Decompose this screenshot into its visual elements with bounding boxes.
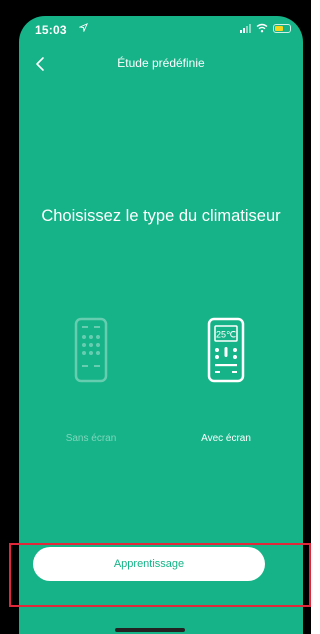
- phone-frame: 15:03 Étude prédéfinie Choisissez le typ…: [0, 0, 311, 634]
- signal-icon: [240, 23, 251, 33]
- remote-no-screen-icon: [74, 317, 108, 383]
- status-time: 15:03: [35, 23, 67, 37]
- wifi-icon: [256, 23, 268, 33]
- location-arrow-icon: [78, 23, 88, 34]
- status-bar: 15:03: [19, 16, 303, 38]
- highlight-box: [9, 543, 311, 607]
- option-sans-ecran[interactable]: Sans écran: [51, 317, 131, 444]
- status-icons: [240, 23, 291, 33]
- option-label: Sans écran: [65, 433, 117, 444]
- option-avec-ecran[interactable]: 25℃ Avec écran: [186, 317, 266, 444]
- home-indicator: [115, 628, 185, 632]
- page-title: Étude prédéfinie: [117, 56, 205, 70]
- nav-bar: Étude prédéfinie: [19, 54, 303, 76]
- remote-with-screen-icon: 25℃: [207, 317, 245, 383]
- app-screen: 15:03 Étude prédéfinie Choisissez le typ…: [19, 16, 303, 634]
- section-heading: Choisissez le type du climatiseur: [41, 207, 281, 225]
- battery-icon: [273, 23, 291, 33]
- remote-display-text: 25℃: [216, 330, 236, 340]
- option-label: Avec écran: [201, 433, 251, 444]
